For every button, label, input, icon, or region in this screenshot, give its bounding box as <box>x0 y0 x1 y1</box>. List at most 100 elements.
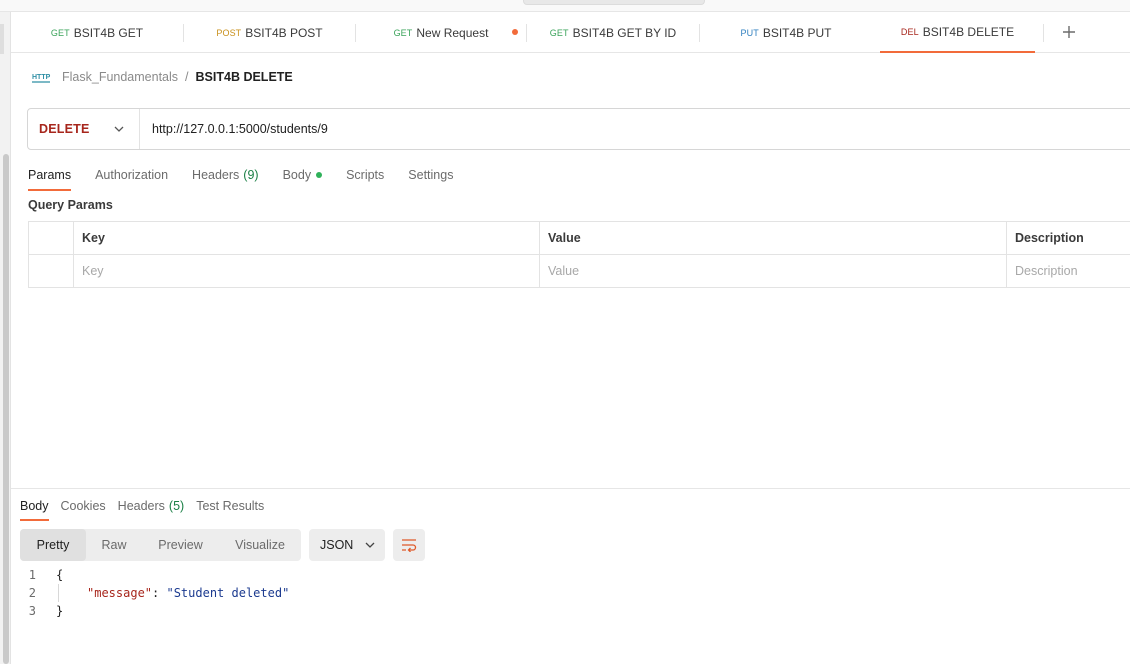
breadcrumb-request-name[interactable]: BSIT4B DELETE <box>196 70 293 84</box>
code-line: 1 { <box>20 566 289 584</box>
response-tab-cookies-label: Cookies <box>60 499 106 513</box>
tab-settings[interactable]: Settings <box>408 160 453 190</box>
tab-method-label: GET <box>549 27 569 38</box>
line-number: 1 <box>28 568 36 582</box>
tab-name: BSIT4B POST <box>245 25 323 40</box>
tab-name: BSIT4B PUT <box>762 25 832 40</box>
tab-headers[interactable]: Headers (9) <box>192 160 259 190</box>
postman-app: GET BSIT4B GET POST BSIT4B POST GET New … <box>0 0 1130 664</box>
query-params-table: Key Value Description Key Value Descript… <box>28 221 1130 288</box>
breadcrumb-collection[interactable]: Flask_Fundamentals <box>62 70 178 84</box>
tab-body-label: Body <box>282 168 312 182</box>
tab-name: BSIT4B GET BY ID <box>572 25 677 40</box>
tab-method-label: PUT <box>740 27 759 38</box>
column-header-value: Value <box>539 221 1007 255</box>
view-preview-button[interactable]: Preview <box>142 529 219 561</box>
view-pretty-button[interactable]: Pretty <box>20 529 86 561</box>
chevron-down-icon <box>365 542 375 548</box>
tab-new-request[interactable]: GET New Request <box>356 12 526 53</box>
code-line: 3 } <box>20 602 289 620</box>
tab-scripts-label: Scripts <box>346 168 385 182</box>
tab-bsit4b-get-by-id[interactable]: GET BSIT4B GET BY ID <box>527 12 699 53</box>
chevron-down-icon <box>114 126 123 132</box>
tab-bsit4b-put[interactable]: PUT BSIT4B PUT <box>700 12 872 53</box>
response-code-view: 1 { 2 "message": "Student deleted" 3 } <box>20 566 290 620</box>
http-method-dropdown[interactable]: DELETE <box>28 109 140 149</box>
url-bar: DELETE <box>27 108 1130 150</box>
response-tab-headers[interactable]: Headers (5) <box>118 492 185 520</box>
left-gutter <box>0 12 11 664</box>
vertical-scrollbar[interactable] <box>3 154 9 664</box>
tab-name: BSIT4B DELETE <box>922 24 1015 39</box>
query-params-title: Query Params <box>28 198 113 212</box>
json-colon: : <box>152 586 167 600</box>
line-number: 3 <box>28 604 36 618</box>
headers-count: (9) <box>243 168 259 182</box>
breadcrumb-separator: / <box>185 70 189 84</box>
tab-bsit4b-post[interactable]: POST BSIT4B POST <box>184 12 355 53</box>
response-headers-count: (5) <box>168 499 185 513</box>
response-tab-test-results[interactable]: Test Results <box>196 492 264 520</box>
tab-bsit4b-get[interactable]: GET BSIT4B GET <box>11 12 183 53</box>
column-header-description: Description <box>1006 221 1130 255</box>
tab-divider <box>1043 24 1044 42</box>
json-string-value: "Student deleted" <box>166 586 290 600</box>
request-tabbar: GET BSIT4B GET POST BSIT4B POST GET New … <box>11 12 1130 53</box>
response-tab-cookies[interactable]: Cookies <box>61 492 106 520</box>
indent-guide <box>58 584 59 602</box>
url-input[interactable] <box>140 109 1130 149</box>
tab-method-label: POST <box>216 27 242 38</box>
http-icon: HTTP <box>32 74 51 83</box>
response-tab-body-label: Body <box>20 499 49 513</box>
window-drag-handle[interactable] <box>523 0 705 5</box>
tab-method-label: GET <box>393 27 413 38</box>
column-header-key: Key <box>73 221 540 255</box>
unsaved-changes-dot <box>512 29 518 35</box>
checkbox-column-header <box>28 221 74 255</box>
body-indicator-dot <box>316 172 323 178</box>
key-input[interactable]: Key <box>73 254 540 288</box>
line-number: 2 <box>28 586 36 600</box>
tab-scripts[interactable]: Scripts <box>346 160 384 190</box>
tab-params-label: Params <box>28 168 72 182</box>
value-input[interactable]: Value <box>539 254 1007 288</box>
tab-name: New Request <box>416 25 489 40</box>
tab-body[interactable]: Body <box>283 160 323 190</box>
breadcrumb: HTTP Flask_Fundamentals / BSIT4B DELETE <box>31 66 293 88</box>
svg-text:HTTP: HTTP <box>32 74 51 81</box>
window-top-strip <box>0 0 1130 12</box>
tab-bsit4b-delete[interactable]: DEL BSIT4B DELETE <box>880 12 1035 53</box>
tab-name: BSIT4B GET <box>73 25 144 40</box>
request-section-tabs: Params Authorization Headers (9) Body Scr… <box>28 160 477 191</box>
tab-method-label: DEL <box>900 26 919 37</box>
wrap-lines-icon <box>402 539 417 552</box>
gutter-marker <box>0 24 4 54</box>
response-tab-test-results-label: Test Results <box>196 499 265 513</box>
body-view-mode-group: Pretty Raw Preview Visualize <box>20 529 301 561</box>
response-format-label: JSON <box>320 538 354 552</box>
response-tab-body[interactable]: Body <box>20 492 49 521</box>
response-divider[interactable] <box>11 488 1130 489</box>
tab-headers-label: Headers <box>192 168 240 182</box>
tab-method-label: GET <box>50 27 70 38</box>
row-checkbox-cell[interactable] <box>28 254 74 288</box>
tab-params[interactable]: Params <box>28 160 72 191</box>
json-key: "message" <box>87 586 153 600</box>
tab-authorization-label: Authorization <box>95 168 169 182</box>
table-row: Key Value Description <box>28 254 1130 288</box>
tab-settings-label: Settings <box>408 168 454 182</box>
code-text: } <box>56 604 64 618</box>
new-tab-plus-icon[interactable] <box>1057 20 1081 44</box>
view-raw-button[interactable]: Raw <box>86 529 142 561</box>
http-method-label: DELETE <box>39 122 90 136</box>
code-line: 2 "message": "Student deleted" <box>20 584 289 602</box>
wrap-lines-button[interactable] <box>393 529 425 561</box>
table-header-row: Key Value Description <box>28 221 1130 255</box>
response-tabs: Body Cookies Headers (5) Test Results <box>20 492 276 521</box>
tab-authorization[interactable]: Authorization <box>95 160 168 190</box>
code-text: { <box>56 568 64 582</box>
view-visualize-button[interactable]: Visualize <box>219 529 301 561</box>
response-format-dropdown[interactable]: JSON <box>309 529 385 561</box>
description-input[interactable]: Description <box>1006 254 1130 288</box>
response-tab-headers-label: Headers <box>117 499 165 513</box>
